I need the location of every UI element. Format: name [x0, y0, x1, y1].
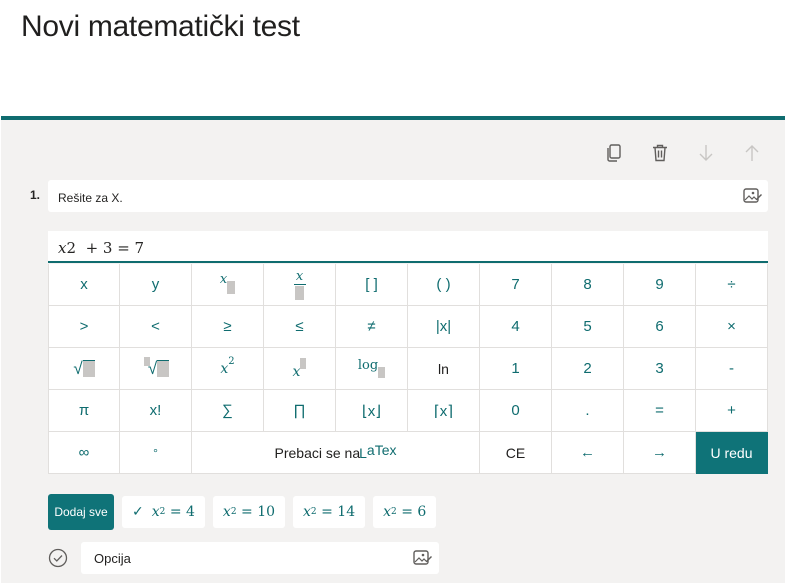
key-less-equal[interactable]: ≤	[264, 306, 336, 348]
key-1[interactable]: 1	[480, 348, 552, 390]
key-decimal[interactable]: .	[552, 390, 624, 432]
insert-image-icon[interactable]	[743, 187, 763, 205]
question-card: 1. Rešite za X. x2 + 3 = 7 x y x x [ ] (…	[1, 116, 785, 583]
checkmark-icon: ✓	[132, 504, 144, 520]
key-3[interactable]: 3	[624, 348, 696, 390]
key-factorial[interactable]: x!	[120, 390, 192, 432]
key-multiply[interactable]: ×	[696, 306, 768, 348]
equation-text: x2 + 3 = 7	[58, 239, 145, 257]
key-9[interactable]: 9	[624, 264, 696, 306]
arrow-up-icon[interactable]	[741, 142, 763, 164]
question-text: Rešite za X.	[58, 191, 123, 205]
key-0[interactable]: 0	[480, 390, 552, 432]
key-plus[interactable]: +	[696, 390, 768, 432]
key-x[interactable]: x	[48, 264, 120, 306]
key-divide[interactable]: ÷	[696, 264, 768, 306]
key-squared[interactable]: x2	[192, 348, 264, 390]
trash-icon[interactable]	[649, 142, 671, 164]
key-nth-root[interactable]: √	[120, 348, 192, 390]
key-y[interactable]: y	[120, 264, 192, 306]
copy-icon[interactable]	[603, 142, 625, 164]
key-greater-equal[interactable]: ≥	[192, 306, 264, 348]
arrow-down-icon[interactable]	[695, 142, 717, 164]
key-product[interactable]: ∏	[264, 390, 336, 432]
key-cursor-left[interactable]: ←	[552, 432, 624, 474]
suggestion-chip[interactable]: x2 = 6	[373, 496, 437, 528]
math-keypad: x y x x [ ] ( ) 7 8 9 ÷ > < ≥ ≤ ≠ |x| 4 …	[48, 264, 768, 474]
key-ceiling[interactable]: ⌈x⌉	[408, 390, 480, 432]
key-fraction[interactable]: x	[264, 264, 336, 306]
key-cursor-right[interactable]: →	[624, 432, 696, 474]
key-5[interactable]: 5	[552, 306, 624, 348]
key-2[interactable]: 2	[552, 348, 624, 390]
insert-image-icon[interactable]	[413, 549, 433, 567]
key-parentheses[interactable]: ( )	[408, 264, 480, 306]
key-power[interactable]: x	[264, 348, 336, 390]
key-6[interactable]: 6	[624, 306, 696, 348]
suggestion-chip[interactable]: x2 = 14	[293, 496, 366, 528]
key-4[interactable]: 4	[480, 306, 552, 348]
answer-suggestions: Dodaj sve ✓ x 2 = 4 x2 = 10 x2 = 14 x2 = 6	[48, 494, 437, 530]
suggestion-chip[interactable]: ✓ x 2 = 4	[122, 496, 205, 528]
key-minus[interactable]: -	[696, 348, 768, 390]
key-clear-entry[interactable]: CE	[480, 432, 552, 474]
key-subscript[interactable]: x	[192, 264, 264, 306]
key-absolute[interactable]: |x|	[408, 306, 480, 348]
key-ln[interactable]: ln	[408, 348, 480, 390]
option-field[interactable]: Opcija	[81, 542, 439, 574]
key-not-equal[interactable]: ≠	[336, 306, 408, 348]
page-title: Novi matematički test	[21, 10, 300, 43]
option-text: Opcija	[94, 551, 131, 566]
key-brackets[interactable]: [ ]	[336, 264, 408, 306]
key-less[interactable]: <	[120, 306, 192, 348]
key-pi[interactable]: π	[48, 390, 120, 432]
add-all-button[interactable]: Dodaj sve	[48, 494, 114, 530]
key-sum[interactable]: ∑	[192, 390, 264, 432]
key-sqrt[interactable]: √	[48, 348, 120, 390]
key-infinity[interactable]: ∞	[48, 432, 120, 474]
correct-answer-check-icon[interactable]	[48, 548, 68, 568]
key-8[interactable]: 8	[552, 264, 624, 306]
switch-to-latex-button[interactable]: Prebaci se na LaTex	[192, 432, 480, 474]
equation-input[interactable]: x2 + 3 = 7	[48, 231, 768, 263]
suggestion-chip[interactable]: x2 = 10	[212, 496, 286, 528]
key-degree[interactable]: °	[120, 432, 192, 474]
key-equals[interactable]: =	[624, 390, 696, 432]
question-number: 1.	[30, 188, 41, 202]
key-floor[interactable]: ⌊x⌋	[336, 390, 408, 432]
key-log[interactable]: log	[336, 348, 408, 390]
ok-button[interactable]: U redu	[696, 432, 768, 474]
key-greater[interactable]: >	[48, 306, 120, 348]
question-text-field[interactable]: Rešite za X.	[48, 180, 768, 212]
key-7[interactable]: 7	[480, 264, 552, 306]
